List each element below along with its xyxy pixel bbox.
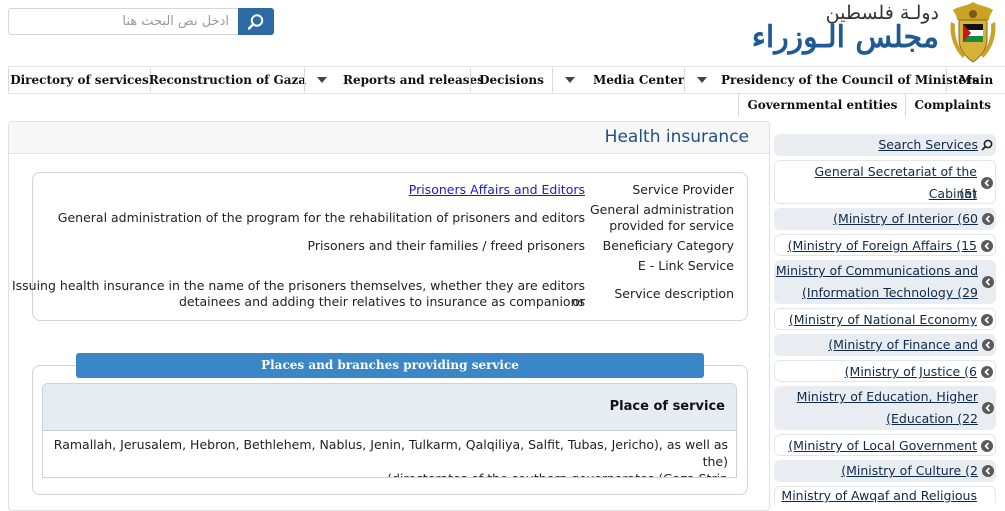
chevron-left-icon	[981, 177, 993, 189]
description-label: Service description	[614, 286, 734, 301]
sidebar-item-national-economy[interactable]: (Ministry of National Economy (87	[774, 308, 996, 349]
places-table-header: Place of service	[43, 384, 736, 431]
chevron-left-icon	[981, 440, 993, 452]
chevron-left-icon	[981, 240, 993, 252]
nav-label: Media Center	[593, 73, 685, 87]
beneficiary-value: Prisoners and their families / freed pri…	[307, 238, 585, 253]
chevron-left-icon	[981, 314, 993, 326]
chevron-left-icon	[982, 213, 994, 225]
nav-reconstruction-of-gaza[interactable]: Reconstruction of Gaza	[148, 68, 307, 92]
sidebar-search-services[interactable]: Search Services	[774, 134, 996, 156]
chevron-down-icon	[697, 77, 707, 83]
elink-label: E - Link Service	[637, 258, 734, 273]
nav-reports-and-releases[interactable]: Reports and releases	[304, 68, 484, 92]
sidebar-item-line2: (Information Technology (29	[802, 285, 978, 300]
sidebar-item-label: (Ministry of Foreign Affairs (15	[787, 238, 977, 253]
search-input[interactable]	[9, 9, 239, 34]
panel-header: Health insurance	[9, 122, 769, 154]
description-value-line2: detainees and adding their relatives to …	[178, 294, 585, 309]
sidebar-item-line1: Ministry of Communications and	[775, 263, 978, 278]
nav-directory-of-services[interactable]: Directory of services	[8, 68, 150, 92]
page-title: Health insurance	[604, 127, 749, 147]
place-of-service-line1: Ramallah, Jerusalem, Hebron, Bethlehem, …	[53, 437, 728, 469]
sidebar-item-communications[interactable]: Ministry of Communications and (Informat…	[774, 260, 996, 304]
secondary-nav: Governmental entities Complaints	[738, 93, 1005, 117]
logo-council-text[interactable]: مجلس الـوزراء	[752, 20, 939, 55]
beneficiary-label: Beneficiary Category	[602, 238, 734, 253]
nav-label: Reports and releases	[343, 73, 484, 87]
sidebar-item-cabinet[interactable]: General Secretariat of the Cabinet (5)	[774, 160, 996, 204]
sidebar-item-label: (Ministry of Interior (60	[833, 211, 978, 226]
admin-label-line2: provided for service	[609, 218, 734, 233]
search-icon	[981, 139, 993, 151]
nav-media-center[interactable]: Media Center	[552, 68, 684, 92]
chevron-left-icon	[982, 402, 994, 414]
sidebar-item-culture[interactable]: (Ministry of Culture (2	[774, 460, 996, 482]
sidebar-item-local-government[interactable]: (Ministry of Local Government (22	[774, 434, 996, 475]
sidebar-item-foreign-affairs[interactable]: (Ministry of Foreign Affairs (15	[774, 234, 996, 256]
place-of-service-line2: (directorates of the southern governorat…	[51, 470, 728, 477]
chevron-left-icon	[982, 465, 994, 477]
places-table: Place of service Ramallah, Jerusalem, He…	[42, 383, 737, 478]
chevron-left-icon	[982, 339, 994, 351]
nav-governmental-entities[interactable]: Governmental entities	[738, 93, 905, 117]
search-button[interactable]	[238, 8, 274, 35]
chevron-down-icon	[565, 77, 575, 83]
sidebar-item-line1: General Secretariat of the Cabinet	[814, 164, 977, 201]
place-of-service-value: Ramallah, Jerusalem, Hebron, Bethlehem, …	[51, 436, 728, 477]
sidebar-item-line2: (5)	[959, 186, 977, 201]
service-provider-link[interactable]: Prisoners Affairs and Editors	[409, 182, 585, 197]
place-of-service-header: Place of service	[609, 399, 725, 414]
chevron-down-icon	[317, 77, 327, 83]
nav-label: Presidency of the Council of Ministers	[721, 73, 980, 87]
service-provider-value[interactable]: Prisoners Affairs and Editors	[409, 182, 585, 198]
sidebar-search-label: Search Services	[878, 137, 978, 152]
nav-complaints[interactable]: Complaints	[905, 93, 1005, 117]
places-tab[interactable]: Places and branches providing service	[76, 353, 704, 378]
nav-decisions[interactable]: Decisions	[470, 68, 552, 92]
chevron-left-icon	[982, 276, 994, 288]
palestine-emblem-icon[interactable]	[945, 0, 1001, 66]
nav-label: Governmental entities	[747, 98, 898, 112]
admin-label-line1: General administration	[589, 202, 734, 217]
nav-presidency[interactable]: Presidency of the Council of Ministers	[684, 68, 979, 92]
search-box	[8, 8, 274, 35]
sidebar-item-line1: Ministry of Education, Higher	[796, 389, 978, 404]
sidebar-item-justice[interactable]: (Ministry of Justice (6	[774, 360, 996, 382]
chevron-left-icon	[981, 366, 993, 378]
sidebar-item-education[interactable]: Ministry of Education, Higher (Education…	[774, 386, 996, 430]
nav-label: Directory of services	[10, 73, 149, 87]
sidebar-item-line2: (Education (22	[886, 411, 978, 426]
admin-value: General administration of the program fo…	[57, 210, 585, 225]
sidebar-item-finance[interactable]: (Ministry of Finance and Planning (21	[774, 334, 996, 374]
nav-label: Main	[958, 73, 994, 87]
search-icon	[247, 13, 264, 30]
main-nav: Directory of services Reconstruction of …	[8, 66, 1005, 94]
nav-label: Decisions	[479, 73, 544, 87]
nav-main[interactable]: Main	[946, 68, 1005, 92]
sidebar-item-awqaf[interactable]: Ministry of Awqaf and Religious	[774, 486, 996, 503]
sidebar-item-label: Ministry of Awqaf and Religious	[781, 488, 977, 503]
sidebar-item-label: (Ministry of Culture (2	[841, 463, 978, 478]
sidebar-item-interior[interactable]: (Ministry of Interior (60	[774, 208, 996, 230]
service-provider-label: Service Provider	[632, 182, 734, 197]
sidebar-item-label: (Ministry of Justice (6	[844, 364, 977, 379]
nav-label: Complaints	[914, 98, 991, 112]
nav-label: Reconstruction of Gaza	[148, 73, 307, 87]
